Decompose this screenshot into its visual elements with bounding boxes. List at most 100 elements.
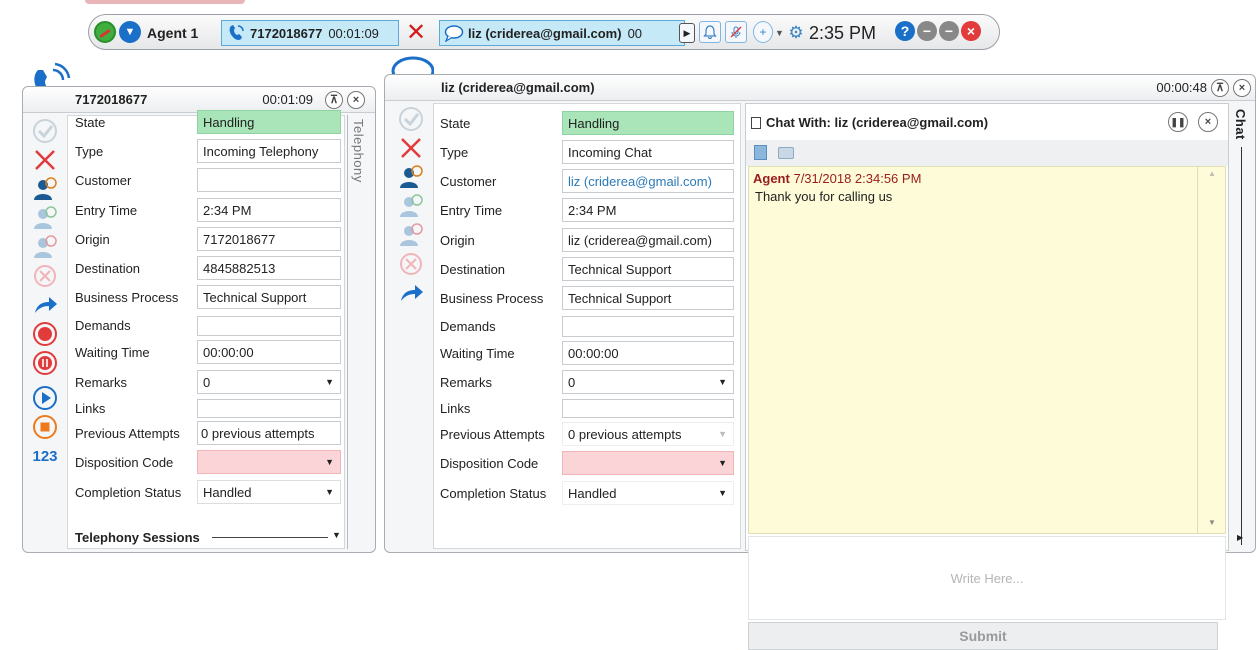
telephony-sessions-chevron-icon[interactable]: ▼ (332, 530, 341, 540)
telephony-demands-field[interactable] (197, 316, 341, 336)
transcript-scrollbar[interactable]: ▲ ▼ (1198, 166, 1226, 534)
add-icon[interactable]: + (753, 21, 773, 43)
telephony-destination-field[interactable]: 4845882513 (197, 256, 341, 280)
chat-customer-field[interactable]: liz (criderea@gmail.com) (562, 169, 734, 193)
chat-side-tab[interactable]: Chat (1233, 109, 1248, 140)
chat-compose-input[interactable]: Write Here... (748, 536, 1226, 620)
chat-customer-label: Customer (440, 173, 497, 189)
telephony-previous-attempts-field[interactable]: 0 previous attempts (197, 421, 341, 445)
chat-accept-icon[interactable] (396, 105, 426, 133)
chat-forward-icon[interactable] (396, 279, 426, 307)
chat-side-expand-icon[interactable]: ▶ (1237, 533, 1243, 542)
chat-session-name: liz (criderea@gmail.com) (468, 25, 622, 41)
telephony-divider (347, 115, 348, 549)
save-icon[interactable] (754, 145, 767, 160)
telephony-sessions-label[interactable]: Telephony Sessions (75, 530, 200, 545)
chat-destination-field[interactable]: Technical Support (562, 257, 734, 281)
chat-disposition-code-select[interactable] (562, 451, 734, 475)
stop-icon[interactable] (30, 413, 60, 441)
telephony-side-tab[interactable]: Telephony (351, 119, 366, 183)
chat-session-tab[interactable]: liz (criderea@gmail.com) 00 (439, 20, 685, 46)
customer-icon[interactable] (30, 175, 60, 203)
mute-icon[interactable] (725, 21, 747, 43)
record-icon[interactable] (30, 320, 60, 348)
chat-transcript: Agent 7/31/2018 2:34:56 PM Thank you for… (748, 166, 1198, 534)
chat-submit-button[interactable]: Submit (748, 622, 1218, 650)
chat-reject-icon[interactable] (396, 134, 426, 162)
telephony-entry-time-field[interactable]: 2:34 PM (197, 198, 341, 222)
telephony-destination-label: Destination (75, 260, 141, 276)
gear-icon[interactable]: ⚙ (787, 23, 805, 42)
transfer-customer-icon[interactable] (30, 204, 60, 232)
status-dropdown-icon[interactable]: ▼ (119, 21, 141, 43)
chat-waiting-time-field[interactable]: 00:00:00 (562, 341, 734, 365)
telephony-waiting-time-field[interactable]: 00:00:00 (197, 340, 341, 364)
conference-customer-icon[interactable] (30, 233, 60, 261)
chat-customer-icon[interactable] (396, 163, 426, 191)
chat-end-icon[interactable]: × (1198, 112, 1218, 132)
chat-demands-field[interactable] (562, 316, 734, 337)
scroll-right-icon[interactable]: ▶ (679, 23, 695, 43)
chat-origin-field[interactable]: liz (criderea@gmail.com) (562, 228, 734, 252)
telephony-business-process-label: Business Process (75, 289, 179, 305)
chat-previous-attempts-select[interactable]: 0 previous attempts (562, 422, 734, 446)
reject-icon[interactable] (30, 146, 60, 174)
cancel-icon[interactable] (30, 262, 60, 290)
help-icon[interactable]: ? (895, 21, 915, 41)
telephony-state-field: Handling (197, 110, 341, 134)
telephony-type-field[interactable]: Incoming Telephony (197, 139, 341, 163)
end-call-icon[interactable]: ✕ (403, 21, 429, 45)
minimize-icon[interactable]: − (917, 21, 937, 41)
scroll-up-icon[interactable]: ▲ (1208, 169, 1216, 178)
play-icon[interactable] (30, 384, 60, 412)
close-panel-icon[interactable]: × (347, 90, 365, 109)
agent-status-icon[interactable] (94, 21, 116, 43)
chat-completion-status-select[interactable]: Handled (562, 481, 734, 505)
telephony-previous-attempts-label: Previous Attempts (75, 425, 180, 441)
chat-transfer-customer-icon[interactable] (396, 192, 426, 220)
telephony-disposition-code-select[interactable] (197, 450, 341, 474)
chat-origin-label: Origin (440, 232, 475, 248)
chat-demands-label: Demands (440, 318, 496, 334)
agent-name: Agent 1 (147, 25, 199, 41)
telephony-customer-label: Customer (75, 172, 132, 188)
chat-previous-attempts-label: Previous Attempts (440, 426, 545, 442)
chat-links-label: Links (440, 400, 471, 416)
bell-icon[interactable] (699, 21, 721, 43)
telephony-customer-field[interactable] (197, 168, 341, 192)
print-icon[interactable] (778, 147, 794, 159)
chat-pause-icon[interactable]: ❚❚ (1168, 112, 1188, 132)
chat-close-panel-icon[interactable]: × (1233, 78, 1251, 97)
pause-record-icon[interactable] (30, 349, 60, 377)
telephony-completion-status-select[interactable]: Handled (197, 480, 341, 504)
chat-with-title: Chat With: liz (criderea@gmail.com) (766, 114, 989, 130)
add-dropdown-icon[interactable]: ▼ (775, 21, 784, 45)
scroll-down-icon[interactable]: ▼ (1208, 518, 1216, 527)
chat-remarks-select[interactable]: 0 (562, 370, 734, 394)
chat-entry-time-field[interactable]: 2:34 PM (562, 198, 734, 222)
chat-conference-customer-icon[interactable] (396, 221, 426, 249)
chat-cancel-icon[interactable] (396, 250, 426, 278)
telephony-action-bar: 123 (27, 117, 63, 471)
keypad-icon[interactable]: 123 (30, 442, 60, 470)
pin-icon[interactable]: ⊼ (325, 90, 343, 109)
document-icon (751, 117, 761, 129)
telephony-links-field[interactable] (197, 399, 341, 418)
telephony-state-label: State (75, 114, 106, 130)
telephony-origin-field[interactable]: 7172018677 (197, 227, 341, 251)
chat-links-field[interactable] (562, 399, 734, 418)
telephony-session-tab[interactable]: 7172018677 00:01:09 (221, 20, 399, 46)
forward-icon[interactable] (30, 291, 60, 319)
chat-type-label: Type (440, 144, 469, 160)
accept-icon[interactable] (30, 117, 60, 145)
telephony-business-process-field[interactable]: Technical Support (197, 285, 341, 309)
restore-icon[interactable]: − (939, 21, 959, 41)
chat-pin-icon[interactable]: ⊼ (1211, 78, 1229, 97)
chat-business-process-label: Business Process (440, 290, 544, 306)
telephony-sessions-divider (212, 537, 328, 538)
chat-bubble-icon (444, 25, 464, 42)
telephony-remarks-select[interactable]: 0 (197, 370, 341, 394)
chat-business-process-field[interactable]: Technical Support (562, 286, 734, 310)
chat-type-field[interactable]: Incoming Chat (562, 140, 734, 164)
close-app-icon[interactable]: × (961, 21, 981, 41)
